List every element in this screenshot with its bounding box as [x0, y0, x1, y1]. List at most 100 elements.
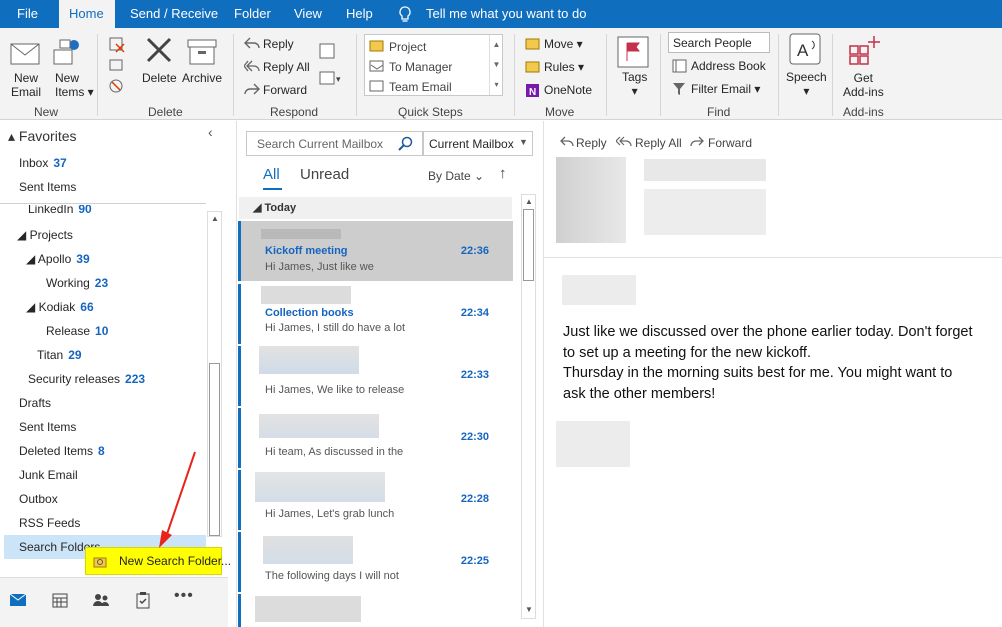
search-people-input[interactable]: Search People — [668, 32, 770, 53]
folder-label: Working — [46, 276, 90, 290]
reply-icon — [560, 136, 574, 147]
tab-send-receive[interactable]: Send / Receive — [130, 0, 218, 28]
folder-security-releases[interactable]: Security releases 223 — [28, 371, 145, 387]
scroll-thumb[interactable] — [523, 209, 534, 281]
message-item[interactable] — [238, 594, 513, 627]
folder-projects[interactable]: ◢ Projects — [17, 227, 73, 243]
calendar-icon[interactable] — [52, 592, 68, 608]
new-email-button[interactable]: New Email — [11, 71, 41, 99]
collapse-pane-icon[interactable]: ‹ — [208, 124, 213, 140]
rules-button[interactable]: Rules ▾ — [544, 60, 584, 74]
sort-by-date-dropdown[interactable]: By Date ⌄ — [428, 169, 484, 183]
tasks-icon[interactable] — [136, 591, 150, 609]
delete-button[interactable]: Delete — [142, 71, 177, 85]
scroll-up-arrow[interactable]: ▲ — [211, 214, 219, 223]
folder-apollo[interactable]: ◢ Apollo 39 — [26, 251, 90, 267]
favorites-header[interactable]: ▴ Favorites — [8, 128, 77, 144]
message-time: 22:34 — [460, 307, 489, 319]
folder-outbox[interactable]: Outbox — [19, 491, 58, 507]
message-item[interactable]: 22:25 The following days I will not — [238, 532, 513, 592]
sender-photo-redacted — [556, 157, 626, 243]
search-mailbox-input[interactable]: Search Current Mailbox — [246, 131, 423, 156]
search-placeholder: Search Current Mailbox — [257, 137, 384, 151]
folder-junk-email[interactable]: Junk Email — [19, 467, 78, 483]
move-button[interactable]: Move ▾ — [544, 37, 583, 51]
people-icon[interactable] — [92, 592, 110, 608]
filter-email-button[interactable]: Filter Email ▾ — [691, 82, 760, 96]
folder-deleted-items[interactable]: Deleted Items 8 — [19, 443, 105, 459]
forward-button[interactable]: Forward — [263, 83, 307, 97]
quick-step-to-manager[interactable]: To Manager — [389, 60, 452, 74]
mail-icon[interactable] — [9, 593, 27, 607]
folder-sent-items[interactable]: Sent Items — [19, 419, 76, 435]
folder-titan[interactable]: Titan 29 — [37, 347, 82, 363]
reading-reply-all-button[interactable]: Reply All — [635, 136, 682, 150]
get-addins-button[interactable]: Get Add-ins — [843, 71, 884, 99]
quick-step-project[interactable]: Project — [389, 40, 426, 54]
folder-linkedin[interactable]: LinkedIn 90 — [28, 205, 92, 217]
message-list-scrollbar[interactable]: ▲ ▼ — [521, 194, 536, 619]
get-addins-label-1: Get — [853, 71, 874, 85]
quick-steps-scroll[interactable]: ▲ ▼ ▾ — [489, 35, 503, 95]
cleanup-icons[interactable] — [108, 36, 128, 100]
search-scope-dropdown[interactable]: Current Mailbox ▼ — [423, 131, 533, 156]
scroll-down-arrow[interactable]: ▼ — [525, 605, 533, 614]
onenote-button[interactable]: OneNote — [544, 83, 592, 97]
body-line: ask the other members! — [563, 385, 716, 402]
tab-file[interactable]: File — [17, 0, 38, 28]
tab-folder[interactable]: Folder — [234, 0, 271, 28]
message-item[interactable]: Collection books 22:34 Hi James, I still… — [238, 284, 513, 344]
tell-me-search[interactable]: Tell me what you want to do — [426, 0, 586, 28]
new-email-label-2: Email — [11, 85, 42, 99]
folder-sent-items-favorite[interactable]: Sent Items — [19, 179, 76, 195]
message-item[interactable]: 22:30 Hi team, As discussed in the — [238, 408, 513, 468]
reading-forward-button[interactable]: Forward — [708, 136, 752, 150]
move-rules-onenote-icons: N — [525, 38, 540, 98]
folder-kodiak[interactable]: ◢ Kodiak 66 — [26, 299, 94, 315]
quick-steps-gallery: Project To Manager Team Email ▲ ▼ ▾ — [364, 34, 503, 96]
address-book-button[interactable]: Address Book — [691, 59, 766, 73]
unread-count: 37 — [53, 156, 67, 170]
folder-pane-scrollbar[interactable]: ▲ — [207, 211, 222, 537]
folder-working[interactable]: Working 23 — [46, 275, 108, 291]
tags-button[interactable]: Tags ▾ — [622, 70, 647, 98]
tab-view[interactable]: View — [294, 0, 322, 28]
folder-release[interactable]: Release 10 — [46, 323, 108, 339]
reply-button[interactable]: Reply — [263, 37, 294, 51]
reply-all-icon — [244, 60, 260, 72]
sender-redacted — [261, 229, 341, 239]
speech-button[interactable]: Speech ▾ — [786, 70, 827, 98]
meeting-more-icons[interactable]: ▾ — [318, 42, 344, 92]
search-icon[interactable] — [398, 136, 414, 152]
message-item[interactable]: 22:33 Hi James, We like to release — [238, 346, 513, 406]
group-header-today[interactable]: ◢ Today — [239, 197, 512, 219]
svg-text:N: N — [529, 87, 536, 98]
signature-redacted — [556, 421, 630, 467]
message-item[interactable]: Kickoff meeting 22:36 Hi James, Just lik… — [238, 221, 513, 281]
folder-label: Titan — [37, 348, 64, 362]
group-separator — [606, 34, 607, 116]
more-apps-icon[interactable]: ••• — [174, 587, 194, 605]
reading-reply-button[interactable]: Reply — [576, 136, 607, 150]
archive-button[interactable]: Archive — [182, 71, 222, 85]
divider — [0, 203, 206, 204]
quick-step-team-email[interactable]: Team Email — [389, 80, 452, 94]
sort-direction-arrow-icon[interactable]: ↑ — [499, 165, 507, 182]
sender-redacted — [261, 286, 351, 304]
message-time: 22:30 — [460, 431, 489, 443]
scroll-up-arrow[interactable]: ▲ — [525, 197, 533, 206]
filter-unread-tab[interactable]: Unread — [300, 166, 349, 183]
folder-rss-feeds[interactable]: RSS Feeds — [19, 515, 80, 531]
reply-all-button[interactable]: Reply All — [263, 60, 310, 74]
tab-home[interactable]: Home — [59, 0, 115, 28]
folder-inbox-favorite[interactable]: Inbox 37 — [19, 155, 67, 171]
filter-all-underline — [263, 188, 282, 190]
folder-drafts[interactable]: Drafts — [19, 395, 51, 411]
new-items-label-2: Items — [55, 85, 85, 99]
context-menu-new-search-folder[interactable]: New Search Folder... — [85, 547, 231, 575]
scroll-thumb[interactable] — [209, 363, 220, 536]
new-items-button[interactable]: New Items ▾ — [55, 71, 94, 99]
filter-all-tab[interactable]: All — [263, 166, 280, 183]
tab-help[interactable]: Help — [346, 0, 373, 28]
message-item[interactable]: 22:28 Hi James, Let's grab lunch — [238, 470, 513, 530]
